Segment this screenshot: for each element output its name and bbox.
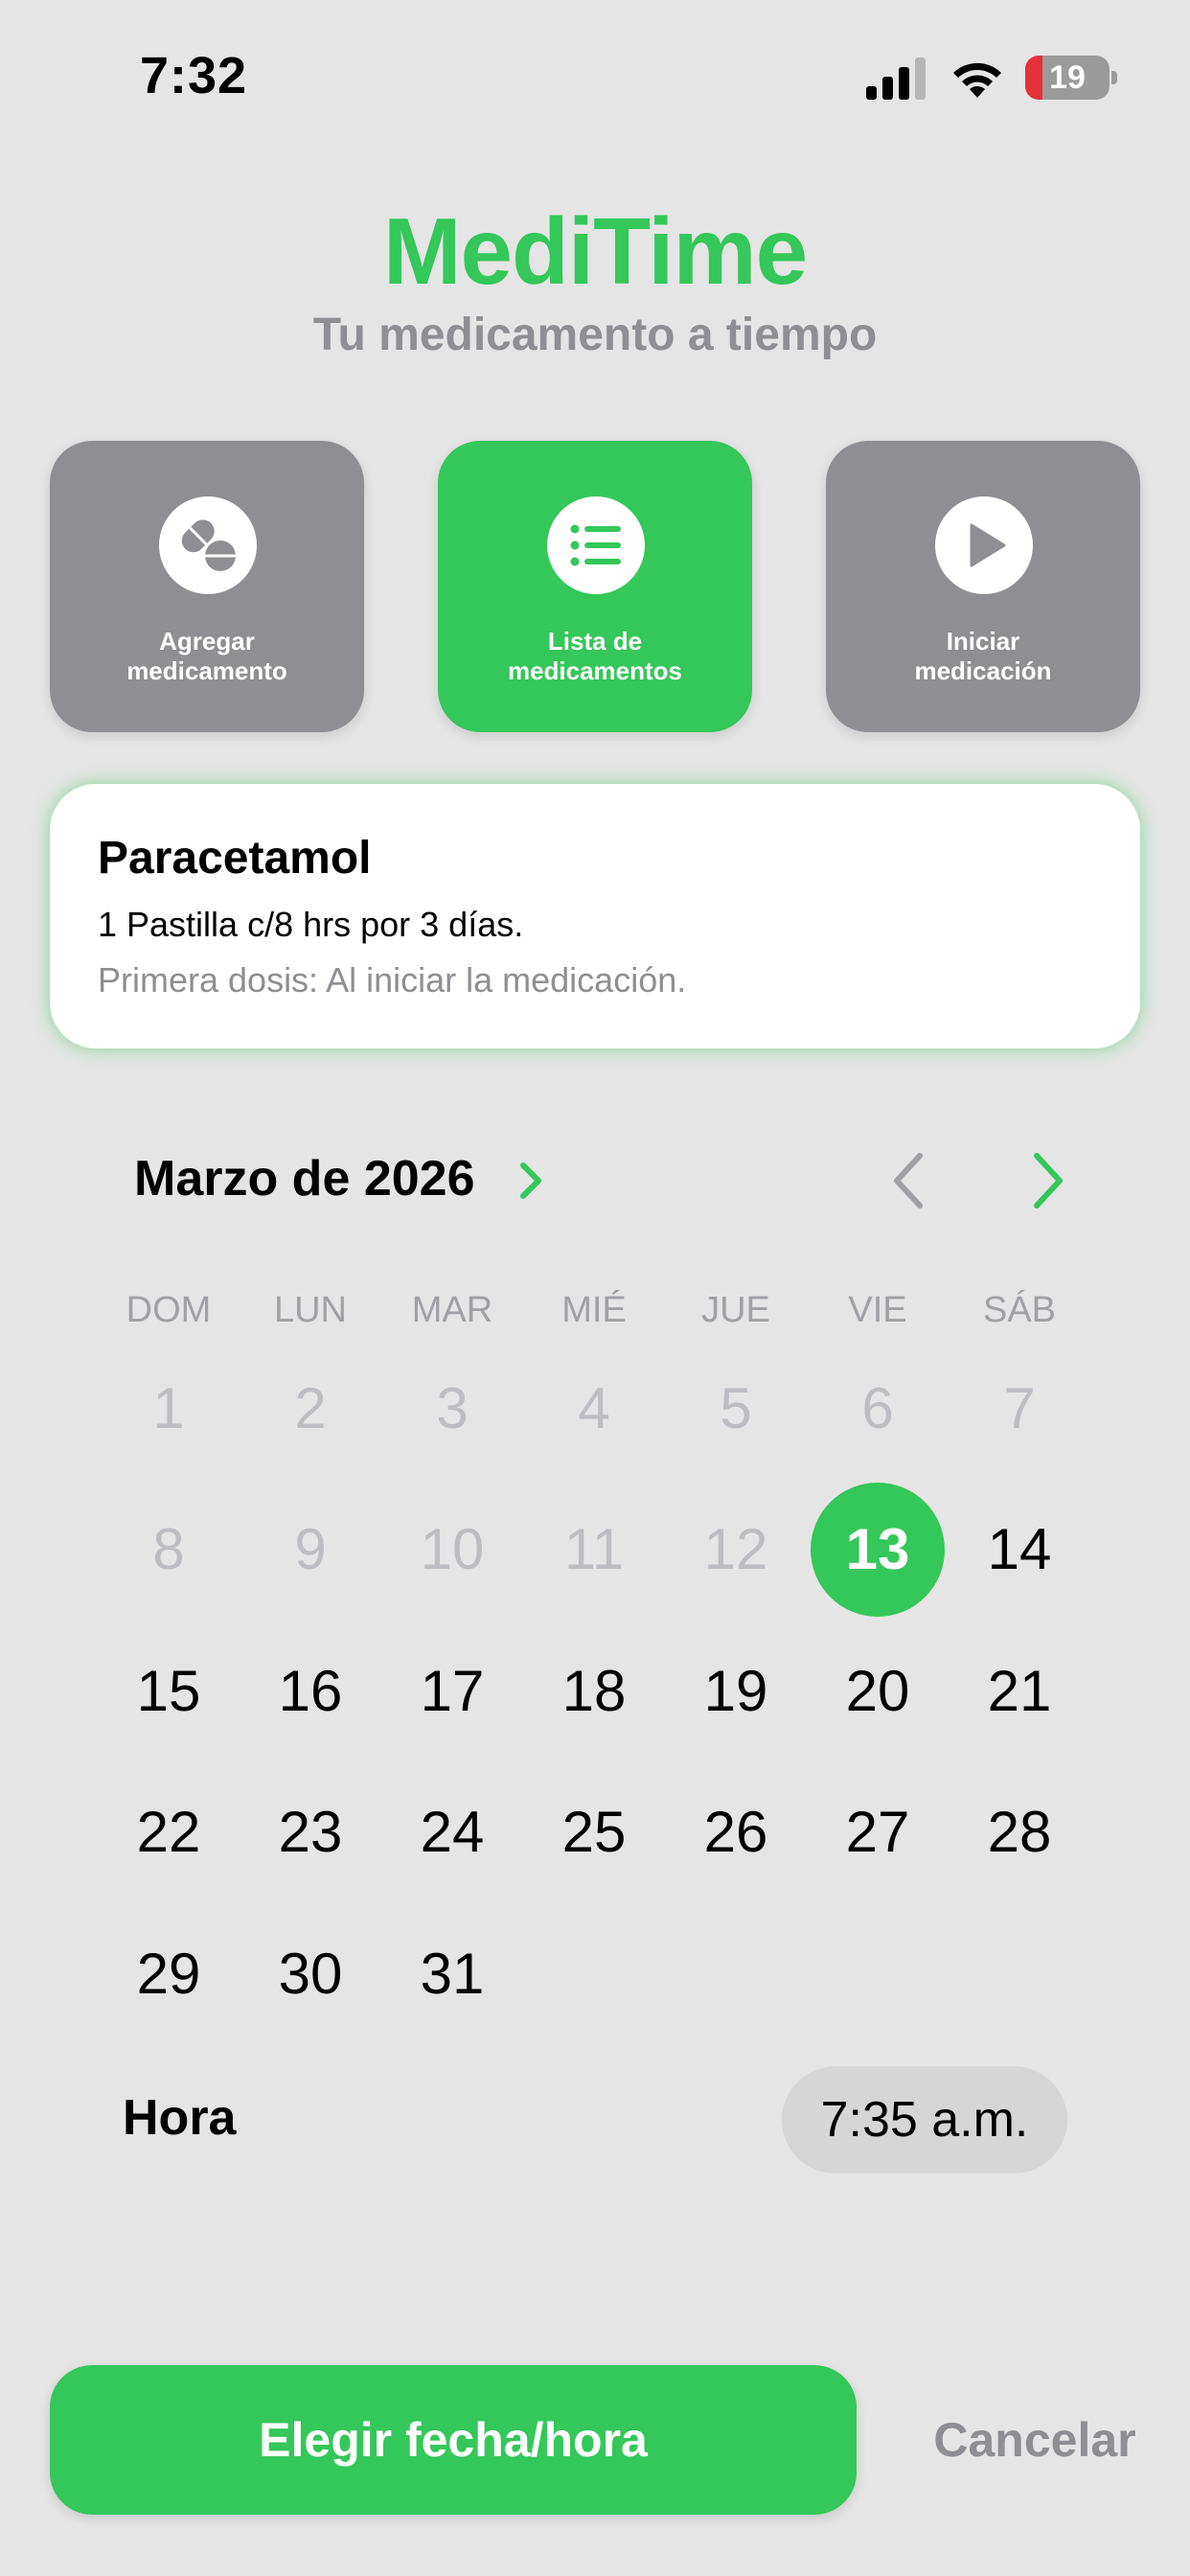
battery-icon: 19 xyxy=(1025,56,1117,100)
calendar-day: 9 xyxy=(294,1517,327,1581)
cellular-signal-icon xyxy=(866,58,926,100)
calendar-day[interactable]: 23 xyxy=(240,1761,381,1903)
calendar-day[interactable]: 28 xyxy=(949,1761,1090,1903)
calendar-day[interactable]: 25 xyxy=(523,1761,665,1903)
weekday-mie: MIÉ xyxy=(561,1290,627,1330)
calendar-day[interactable]: 17 xyxy=(381,1621,523,1762)
calendar-day[interactable]: 19 xyxy=(665,1621,807,1762)
calendar-day: 10 xyxy=(420,1517,485,1581)
calendar-day: 6 xyxy=(861,1376,894,1440)
month-label[interactable]: Marzo de 2026 xyxy=(134,1150,475,1208)
pills-icon xyxy=(181,519,236,571)
choose-date-time-button[interactable]: Elegir fecha/hora xyxy=(50,2365,857,2515)
calendar-day: 5 xyxy=(720,1376,752,1440)
calendar-day[interactable]: 27 xyxy=(807,1761,949,1903)
calendar-day: 8 xyxy=(152,1517,185,1581)
add-medication-label: Agregar medicamento xyxy=(126,627,287,685)
calendar-day[interactable]: 14 xyxy=(949,1479,1090,1621)
previous-month-icon[interactable] xyxy=(887,1150,929,1211)
weekday-vie: VIE xyxy=(848,1290,907,1330)
calendar-day[interactable]: 29 xyxy=(98,1903,240,2045)
medication-list-label: Lista de medicamentos xyxy=(507,627,683,685)
calendar-day[interactable]: 18 xyxy=(523,1621,665,1762)
cancel-button[interactable]: Cancelar xyxy=(920,2365,1150,2515)
weekday-mar: MAR xyxy=(411,1290,493,1330)
weekday-jue: JUE xyxy=(701,1290,770,1330)
list-icon xyxy=(570,524,621,566)
add-medication-button[interactable]: Agregar medicamento xyxy=(50,441,364,732)
calendar-day[interactable]: 31 xyxy=(381,1903,523,2045)
calendar-day[interactable]: 21 xyxy=(949,1621,1090,1762)
calendar-day[interactable]: 15 xyxy=(98,1621,240,1762)
time-picker[interactable]: 7:35 a.m. xyxy=(782,2066,1067,2174)
calendar-day[interactable]: 20 xyxy=(807,1621,949,1762)
wifi-icon xyxy=(953,62,1001,98)
medication-dose: 1 Pastilla c/8 hrs por 3 días. xyxy=(98,905,524,944)
calendar-day: 3 xyxy=(436,1376,469,1440)
medication-list-button[interactable]: Lista de medicamentos xyxy=(438,441,752,732)
calendar-day: 12 xyxy=(703,1517,768,1581)
weekday-sab: SÁB xyxy=(982,1290,1057,1330)
status-bar: 7:32 19 xyxy=(0,0,1190,153)
app-title: MediTime xyxy=(382,198,808,304)
medication-card[interactable]: Paracetamol 1 Pastilla c/8 hrs por 3 día… xyxy=(50,784,1140,1048)
medication-first-dose: Primera dosis: Al iniciar la medicación. xyxy=(98,960,687,1000)
calendar-day[interactable]: 26 xyxy=(665,1761,807,1903)
calendar-day[interactable]: 22 xyxy=(98,1761,240,1903)
play-icon xyxy=(970,523,1006,567)
time-label: Hora xyxy=(123,2090,237,2146)
calendar-day: 11 xyxy=(563,1517,625,1581)
start-medication-button[interactable]: Iniciar medicación xyxy=(826,441,1140,732)
status-time: 7:32 xyxy=(140,47,248,104)
calendar-day-selected[interactable]: 13 xyxy=(807,1479,949,1621)
calendar-day: 2 xyxy=(294,1376,327,1440)
battery-level: 19 xyxy=(1049,59,1086,96)
start-medication-label: Iniciar medicación xyxy=(914,627,1052,685)
medication-name: Paracetamol xyxy=(98,833,372,884)
weekday-lun: LUN xyxy=(273,1290,348,1330)
calendar-day[interactable]: 16 xyxy=(240,1621,381,1762)
calendar-day[interactable]: 30 xyxy=(240,1903,381,2045)
calendar-day: 1 xyxy=(152,1376,185,1440)
weekday-dom: DOM xyxy=(126,1290,212,1330)
calendar-day: 7 xyxy=(1003,1376,1036,1440)
next-month-icon[interactable] xyxy=(1027,1150,1069,1211)
chevron-right-icon[interactable] xyxy=(517,1160,544,1202)
calendar-day[interactable]: 24 xyxy=(381,1761,523,1903)
app-subtitle: Tu medicamento a tiempo xyxy=(312,310,878,360)
calendar-day: 4 xyxy=(578,1376,610,1440)
